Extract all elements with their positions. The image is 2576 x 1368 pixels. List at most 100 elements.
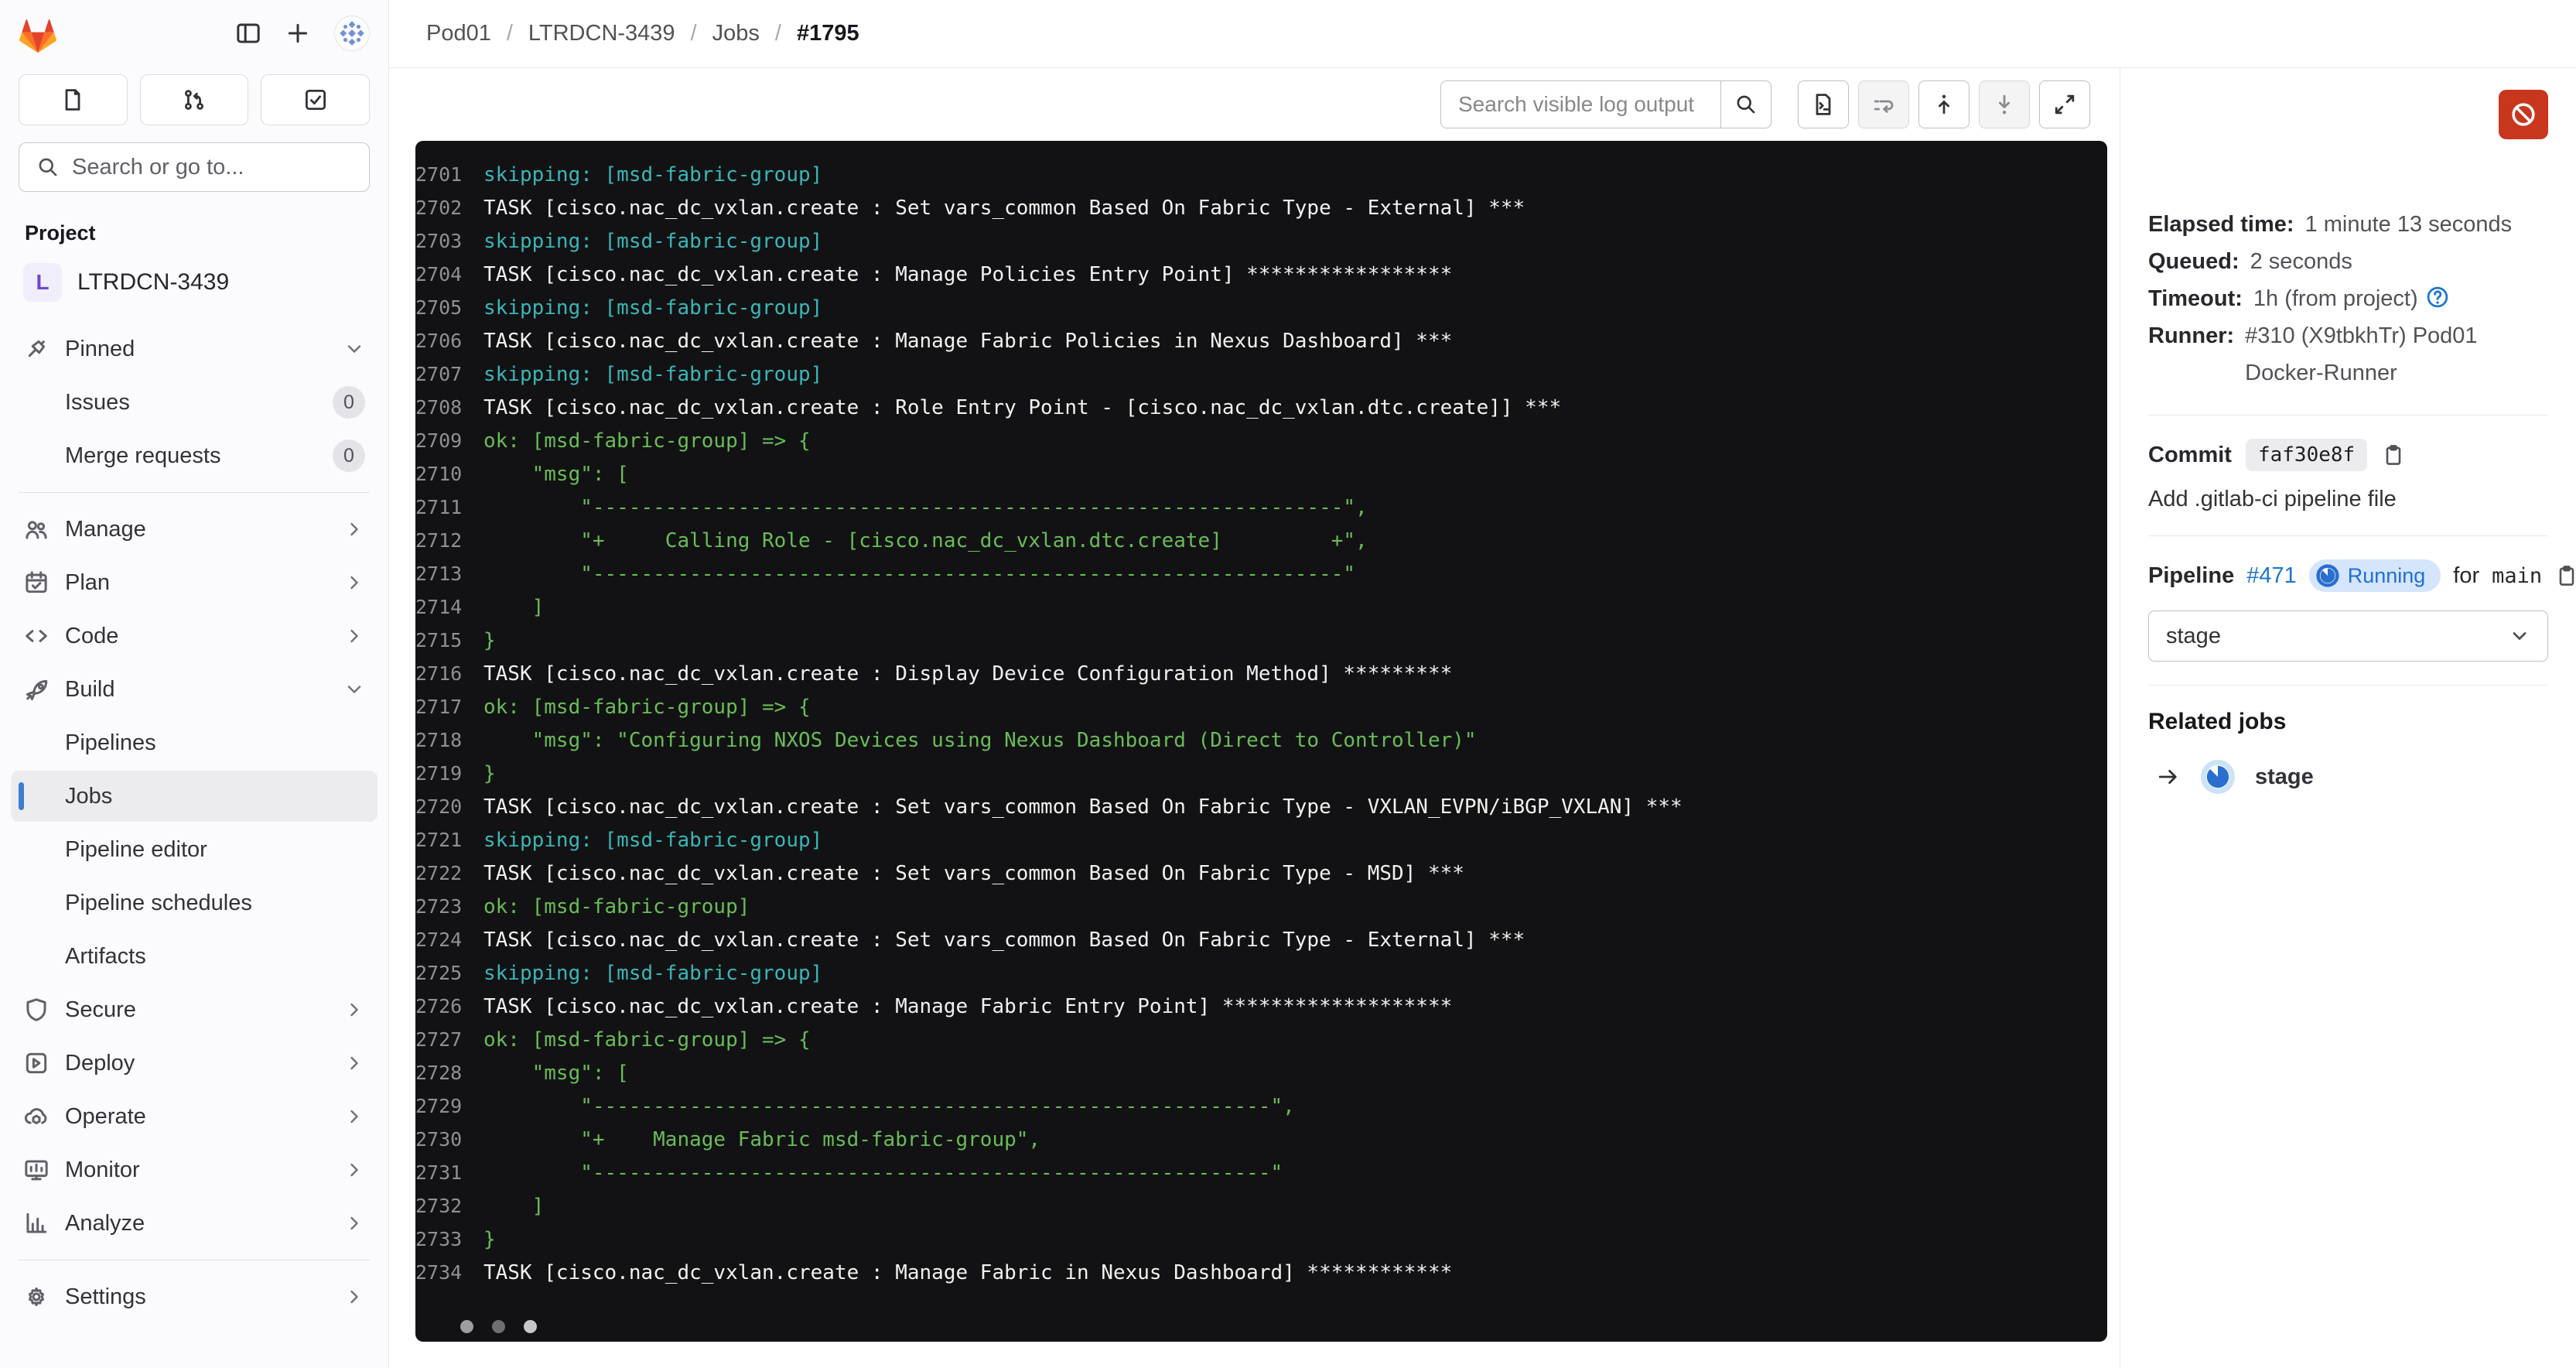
cancel-job-button[interactable] [2499,90,2548,139]
search-or-go-to-input[interactable]: Search or go to... [19,142,370,192]
scroll-to-bottom-button[interactable] [1979,80,2030,128]
sidebar-item-deploy[interactable]: Deploy [11,1038,378,1089]
scroll-top-icon [1932,92,1956,117]
log-line-number[interactable]: 2707 [415,363,483,385]
log-line-number[interactable]: 2730 [415,1128,483,1151]
log-line-number[interactable]: 2709 [415,429,483,452]
related-job-item[interactable]: stage [2148,758,2548,795]
fullscreen-button[interactable] [2039,80,2090,128]
log-line-number[interactable]: 2712 [415,529,483,552]
log-line-text: "msg": [ [483,463,629,486]
pipeline-ref[interactable]: main [2492,564,2542,588]
divider [2148,685,2548,686]
user-avatar[interactable] [334,15,370,51]
log-line-number[interactable]: 2718 [415,729,483,751]
pipeline-id-link[interactable]: #471 [2246,563,2297,589]
log-line-number[interactable]: 2701 [415,163,483,186]
chevron-down-icon [343,679,365,700]
show-raw-log-button[interactable] [1798,80,1849,128]
commit-sha-chip[interactable]: faf30e8f [2246,439,2367,471]
sidebar-item-pipeline-editor[interactable]: Pipeline editor [11,824,378,875]
sidebar-item-analyze[interactable]: Analyze [11,1198,378,1249]
log-line-number[interactable]: 2723 [415,895,483,918]
log-line-number[interactable]: 2716 [415,662,483,685]
timeout-help-icon[interactable] [2424,284,2451,310]
wrap-lines-button[interactable] [1858,80,1909,128]
sidebar-item-merge-requests[interactable]: Merge requests0 [11,430,378,481]
log-line-text: "msg": "Configuring NXOS Devices using N… [483,729,1477,752]
log-line-number[interactable]: 2728 [415,1062,483,1084]
sidebar-project-item[interactable]: L LTRDCN-3439 [11,255,378,310]
log-line-number[interactable]: 2708 [415,396,483,419]
commit-message[interactable]: Add .gitlab-ci pipeline file [2148,487,2548,512]
log-line-number[interactable]: 2706 [415,330,483,352]
log-line-number[interactable]: 2734 [415,1261,483,1284]
log-line-number[interactable]: 2721 [415,829,483,851]
sidebar-item-artifacts[interactable]: Artifacts [11,931,378,982]
log-line: 2730 "+ Manage Fabric msd-fabric-group", [415,1123,2107,1156]
pipeline-status-badge[interactable]: Running [2309,559,2441,592]
log-line-number[interactable]: 2727 [415,1028,483,1051]
sidebar-item-code[interactable]: Code [11,610,378,662]
calendar-icon [23,569,50,596]
log-search-button[interactable] [1720,80,1771,128]
todos-shortcut-button[interactable] [261,74,370,125]
sidebar-item-build[interactable]: Build [11,664,378,715]
sidebar-item-monitor[interactable]: Monitor [11,1144,378,1195]
log-search-input[interactable] [1440,80,1720,128]
job-log-panel[interactable]: 2701skipping: [msd-fabric-group]2702TASK… [415,141,2107,1342]
sidebar-item-plan[interactable]: Plan [11,557,378,608]
log-line-number[interactable]: 2726 [415,995,483,1017]
sidebar-shortcuts [0,67,388,125]
log-line-number[interactable]: 2704 [415,263,483,286]
log-line-number[interactable]: 2733 [415,1228,483,1250]
sidebar-item-manage[interactable]: Manage [11,504,378,555]
log-line-number[interactable]: 2724 [415,929,483,951]
log-line-number[interactable]: 2725 [415,962,483,984]
log-line-number[interactable]: 2717 [415,696,483,718]
log-line-number[interactable]: 2722 [415,862,483,884]
breadcrumb-group[interactable]: Pod01 [426,21,491,46]
copy-commit-sha-icon[interactable] [2381,443,2406,467]
super-sidebar: Search or go to... Project L LTRDCN-3439… [0,0,389,1368]
log-line-number[interactable]: 2711 [415,496,483,518]
sidebar-item-label: Merge requests [65,443,317,469]
log-line: 2711 "----------------------------------… [415,491,2107,524]
chevron-right-icon [343,1159,365,1181]
breadcrumb-project[interactable]: LTRDCN-3439 [528,21,675,46]
log-line-number[interactable]: 2702 [415,197,483,219]
scroll-to-top-button[interactable] [1918,80,1970,128]
log-line-number[interactable]: 2715 [415,629,483,652]
gitlab-logo-icon[interactable] [19,15,57,51]
sidebar-item-jobs[interactable]: Jobs [11,771,378,822]
queued-row: Queued: 2 seconds [2148,243,2548,280]
log-line-number[interactable]: 2731 [415,1161,483,1184]
sidebar-item-operate[interactable]: Operate [11,1091,378,1142]
sidebar-item-pipeline-schedules[interactable]: Pipeline schedules [11,877,378,929]
log-line-text: TASK [cisco.nac_dc_vxlan.create : Set va… [483,795,1683,819]
log-line-number[interactable]: 2720 [415,795,483,818]
stage-select-dropdown[interactable]: stage [2148,610,2548,662]
log-line: 2716TASK [cisco.nac_dc_vxlan.create : Di… [415,657,2107,690]
log-line-number[interactable]: 2714 [415,596,483,618]
copy-ref-icon[interactable] [2554,563,2576,588]
issues-shortcut-button[interactable] [19,74,128,125]
merge-requests-shortcut-button[interactable] [140,74,249,125]
log-line-number[interactable]: 2729 [415,1095,483,1117]
sidebar-item-secure[interactable]: Secure [11,984,378,1035]
log-line-number[interactable]: 2710 [415,463,483,485]
breadcrumb-current-job[interactable]: #1795 [797,21,859,46]
sidebar-item-pinned[interactable]: Pinned [11,323,378,374]
sidebar-item-issues[interactable]: Issues0 [11,377,378,428]
log-line-number[interactable]: 2703 [415,230,483,252]
breadcrumb-jobs[interactable]: Jobs [712,21,760,46]
log-line-number[interactable]: 2732 [415,1195,483,1217]
log-line-text: "---------------------------------------… [483,563,1355,586]
log-line-number[interactable]: 2719 [415,762,483,785]
log-line-number[interactable]: 2713 [415,563,483,585]
log-line-number[interactable]: 2705 [415,296,483,319]
sidebar-toggle-icon[interactable] [235,20,261,46]
create-new-plus-icon[interactable] [285,20,311,46]
sidebar-item-pipelines[interactable]: Pipelines [11,717,378,768]
sidebar-item-settings[interactable]: Settings [11,1271,378,1322]
